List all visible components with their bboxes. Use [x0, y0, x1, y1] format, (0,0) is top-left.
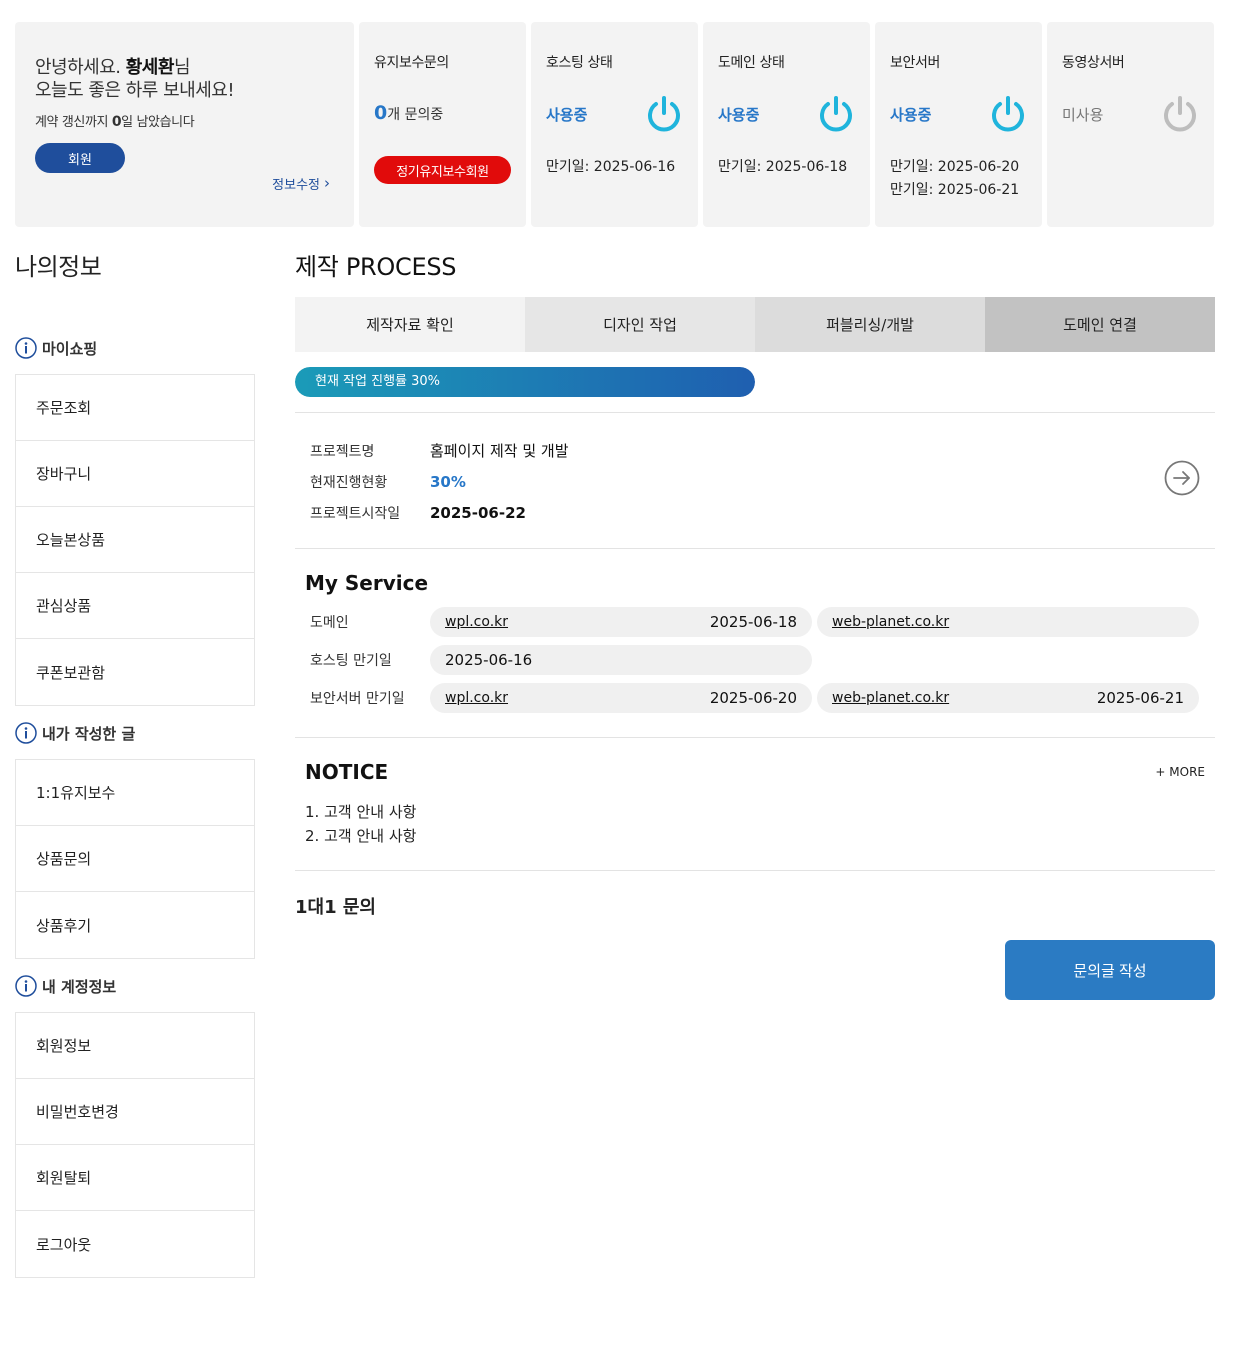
project-progress: 30%: [430, 472, 466, 491]
step-design: 디자인 작업: [525, 297, 755, 352]
greeting-line1: 안녕하세요. 황세환님: [35, 57, 191, 78]
info-icon: [15, 975, 37, 997]
domain-status-card[interactable]: 도메인 상태 사용중 만기일: 2025-06-18: [703, 22, 870, 227]
project-row: 현재진행현황 30%: [310, 472, 466, 491]
sidebar-item-orders[interactable]: 주문조회: [16, 375, 254, 441]
card-title: 호스팅 상태: [546, 55, 613, 71]
expiry-dates: 만기일: 2025-06-16: [546, 159, 676, 175]
sidebar-section-my-shopping: 마이쇼핑: [15, 335, 255, 361]
sidebar-list-my-shopping: 주문조회 장바구니 오늘본상품 관심상품 쿠폰보관함: [15, 374, 255, 706]
sidebar-item-cart[interactable]: 장바구니: [16, 441, 254, 507]
summary-cards: 안녕하세요. 황세환님 오늘도 좋은 하루 보내세요! 계약 갱신까지 0일 남…: [15, 22, 1215, 227]
progress-bar: 현재 작업 진행률 30%: [295, 367, 755, 397]
power-on-icon: [992, 96, 1024, 132]
member-grade-badge: 회원: [35, 143, 125, 173]
user-name: 황세환: [125, 57, 175, 78]
expiry-date: 2025-06-20: [709, 689, 797, 707]
info-icon: [15, 722, 37, 744]
sidebar-item-withdraw[interactable]: 회원탈퇴: [16, 1145, 254, 1211]
power-off-icon: [1164, 96, 1196, 132]
sidebar-item-member-info[interactable]: 회원정보: [16, 1013, 254, 1079]
inquiry-count: 0개 문의중: [374, 102, 444, 124]
notice-list: 1. 고객 안내 사항 2. 고객 안내 사항: [295, 792, 1215, 848]
notice-item[interactable]: 2. 고객 안내 사항: [305, 824, 1205, 848]
sidebar-item-change-password[interactable]: 비밀번호변경: [16, 1079, 254, 1145]
step-publishing: 퍼블리싱/개발: [755, 297, 985, 352]
domain-link[interactable]: wpl.co.kr: [445, 614, 508, 630]
greeting-line2: 오늘도 좋은 하루 보내세요!: [35, 80, 235, 101]
service-pill: wpl.co.kr 2025-06-18: [430, 607, 812, 637]
sidebar-section-my-posts: 내가 작성한 글: [15, 720, 255, 746]
project-name: 홈페이지 제작 및 개발: [430, 442, 569, 460]
my-service-section: My Service 도메인 wpl.co.kr 2025-06-18 web-…: [295, 549, 1215, 737]
sidebar-item-product-inquiry[interactable]: 상품문의: [16, 826, 254, 892]
status-text: 사용중: [718, 106, 760, 124]
sidebar-list-my-posts: 1:1유지보수 상품문의 상품후기: [15, 759, 255, 959]
contract-remaining: 계약 갱신까지 0일 남았습니다: [35, 114, 195, 130]
project-summary: 프로젝트명 홈페이지 제작 및 개발 현재진행현황 30% 프로젝트시작일 20…: [295, 413, 1215, 548]
power-on-icon: [820, 96, 852, 132]
service-pill: web-planet.co.kr 2025-06-21: [817, 683, 1199, 713]
card-title: 유지보수문의: [374, 55, 449, 71]
service-pill: 2025-06-16: [430, 645, 812, 675]
service-row-security: 보안서버 만기일 wpl.co.kr 2025-06-20 web-planet…: [295, 679, 1215, 717]
sidebar: 나의정보 마이쇼핑 주문조회 장바구니 오늘본상품 관심상품 쿠폰보관함 내가 …: [15, 250, 255, 1278]
main-content: 제작 PROCESS 제작자료 확인 디자인 작업 퍼블리싱/개발 도메인 연결…: [295, 250, 1215, 1000]
sidebar-item-logout[interactable]: 로그아웃: [16, 1211, 254, 1277]
step-material-check: 제작자료 확인: [295, 297, 525, 352]
sidebar-item-coupons[interactable]: 쿠폰보관함: [16, 639, 254, 705]
chevron-right-icon: ›: [324, 174, 330, 192]
edit-profile-link[interactable]: 정보수정 ›: [272, 174, 330, 194]
project-start-date: 2025-06-22: [430, 503, 526, 522]
expiry-date: 2025-06-18: [709, 613, 797, 631]
sidebar-item-recently-viewed[interactable]: 오늘본상품: [16, 507, 254, 573]
more-link[interactable]: + MORE: [1155, 765, 1205, 779]
sidebar-title: 나의정보: [15, 253, 102, 281]
expiry-date: 2025-06-16: [445, 651, 533, 669]
domain-link[interactable]: wpl.co.kr: [445, 690, 508, 706]
step-domain-connect: 도메인 연결: [985, 297, 1215, 352]
welcome-card: 안녕하세요. 황세환님 오늘도 좋은 하루 보내세요! 계약 갱신까지 0일 남…: [15, 22, 354, 227]
sidebar-item-maintenance[interactable]: 1:1유지보수: [16, 760, 254, 826]
sidebar-item-wishlist[interactable]: 관심상품: [16, 573, 254, 639]
status-text: 사용중: [546, 106, 588, 124]
qna-title: 1대1 문의: [295, 897, 376, 918]
expiry-dates: 만기일: 2025-06-20 만기일: 2025-06-21: [890, 159, 1020, 198]
card-title: 동영상서버: [1062, 55, 1125, 71]
info-icon: [15, 337, 37, 359]
power-on-icon: [648, 96, 680, 132]
project-row: 프로젝트명 홈페이지 제작 및 개발: [310, 442, 569, 460]
service-pill: web-planet.co.kr: [817, 607, 1199, 637]
process-steps: 제작자료 확인 디자인 작업 퍼블리싱/개발 도메인 연결: [295, 297, 1215, 352]
service-row-domain: 도메인 wpl.co.kr 2025-06-18 web-planet.co.k…: [295, 603, 1215, 641]
arrow-right-circle-icon[interactable]: [1164, 460, 1200, 496]
write-inquiry-button[interactable]: 문의글 작성: [1005, 940, 1215, 1000]
maintenance-member-badge: 정기유지보수회원: [374, 156, 511, 184]
project-row: 프로젝트시작일 2025-06-22: [310, 503, 526, 522]
service-row-hosting: 호스팅 만기일 2025-06-16: [295, 641, 1215, 679]
section-title: My Service: [305, 571, 429, 595]
sidebar-item-product-review[interactable]: 상품후기: [16, 892, 254, 958]
card-title: 도메인 상태: [718, 55, 785, 71]
process-title: 제작 PROCESS: [295, 253, 457, 281]
domain-link[interactable]: web-planet.co.kr: [832, 614, 949, 630]
card-title: 보안서버: [890, 55, 940, 71]
security-server-card[interactable]: 보안서버 사용중 만기일: 2025-06-20 만기일: 2025-06-21: [875, 22, 1042, 227]
sidebar-section-account: 내 계정정보: [15, 973, 255, 999]
expiry-dates: 만기일: 2025-06-18: [718, 159, 848, 175]
expiry-date: 2025-06-21: [1096, 689, 1184, 707]
status-text: 미사용: [1062, 106, 1104, 124]
section-title: NOTICE: [305, 760, 389, 784]
service-pill: wpl.co.kr 2025-06-20: [430, 683, 812, 713]
sidebar-list-account: 회원정보 비밀번호변경 회원탈퇴 로그아웃: [15, 1012, 255, 1278]
maintenance-card[interactable]: 유지보수문의 0개 문의중 정기유지보수회원: [359, 22, 526, 227]
hosting-status-card[interactable]: 호스팅 상태 사용중 만기일: 2025-06-16: [531, 22, 698, 227]
divider: [295, 870, 1215, 871]
progress-label: 현재 작업 진행률 30%: [315, 374, 441, 389]
notice-item[interactable]: 1. 고객 안내 사항: [305, 800, 1205, 824]
video-server-card[interactable]: 동영상서버 미사용: [1047, 22, 1214, 227]
status-text: 사용중: [890, 106, 932, 124]
notice-section: NOTICE + MORE 1. 고객 안내 사항 2. 고객 안내 사항: [295, 738, 1215, 870]
domain-link[interactable]: web-planet.co.kr: [832, 690, 949, 706]
